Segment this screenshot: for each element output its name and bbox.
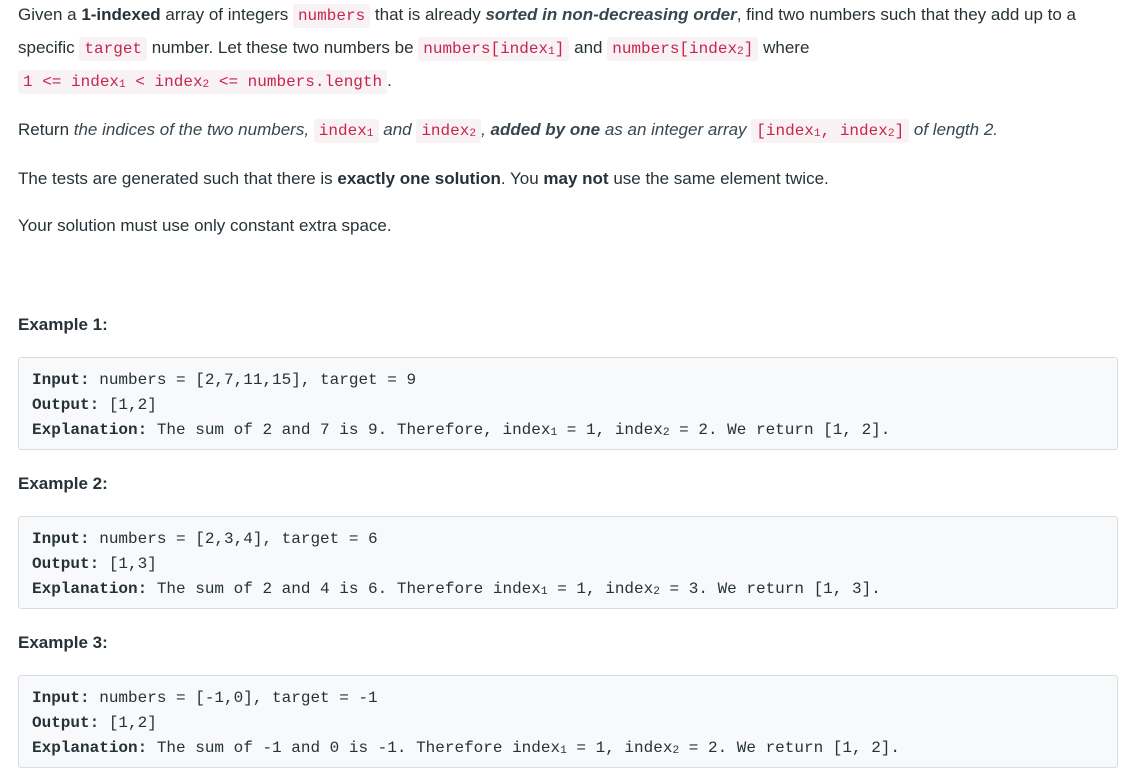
input-value: numbers = [2,3,4], target = 6 [89,530,378,548]
example-2-title: Example 2: [18,474,108,493]
explanation-value: The sum of 2 and 4 is 6. Therefore index… [147,580,881,598]
input-label: Input: [32,689,90,707]
intro-text: and [569,38,608,57]
intro-text: that is already [370,5,486,24]
example-3-block: Input: numbers = [-1,0], target = -1 Out… [18,675,1118,768]
intro-text: array of integers [160,5,293,24]
explanation-value: The sum of -1 and 0 is -1. Therefore ind… [147,739,900,757]
example-3-title: Example 3: [18,633,108,652]
example-1-title: Example 1: [18,315,108,334]
output-value: [1,2] [99,714,157,732]
return-italic: and [378,120,417,139]
input-label: Input: [32,530,90,548]
return-italic: the indices of the two numbers, [73,120,314,139]
explanation-label: Explanation: [32,421,148,439]
explanation-label: Explanation: [32,739,148,757]
intro-text: number. Let these two numbers be [147,38,419,57]
code-index-array: [index1, index2] [751,119,910,143]
output-label: Output: [32,396,100,414]
intro-text: where [758,38,810,57]
output-value: [1,3] [99,555,157,573]
code-numbers: numbers [292,4,371,28]
tests-bold-may-not: may not [543,169,609,188]
return-statement: Return the indices of the two numbers, i… [18,114,1118,147]
return-italic: as an integer array [600,120,752,139]
output-label: Output: [32,714,100,732]
code-numbers-index2: numbers[index2] [607,37,759,61]
problem-description: Given a 1-indexed array of integers numb… [0,0,1125,768]
return-italic: , [481,120,491,139]
code-numbers-index1: numbers[index1] [418,37,570,61]
tests-statement: The tests are generated such that there … [18,163,1118,194]
return-italic: of length 2. [909,120,999,139]
input-value: numbers = [2,7,11,15], target = 9 [89,371,417,389]
intro-text: Given a [18,5,82,24]
intro-text: . [387,71,392,90]
space-constraint: Your solution must use only constant ext… [18,216,392,235]
return-bold-italic-added-by-one: added by one [490,120,601,139]
input-value: numbers = [-1,0], target = -1 [89,689,378,707]
tests-text: The tests are generated such that there … [18,169,338,188]
code-index-condition-a: 1 <= index1 < index2 <= numbers.length [18,70,388,94]
example-2-block: Input: numbers = [2,3,4], target = 6 Out… [18,516,1118,609]
intro-bold-italic-sorted: sorted in non-decreasing order [485,5,737,24]
output-label: Output: [32,555,100,573]
example-1-block: Input: numbers = [2,7,11,15], target = 9… [18,357,1118,450]
return-text: Return [18,120,74,139]
code-index1: index1 [313,119,379,143]
explanation-label: Explanation: [32,580,148,598]
problem-statement: Given a 1-indexed array of integers numb… [18,0,1118,98]
code-target: target [79,37,148,61]
tests-bold-one-solution: exactly one solution [337,169,501,188]
intro-bold-1-indexed: 1-indexed [81,5,161,24]
explanation-value: The sum of 2 and 7 is 9. Therefore, inde… [147,421,891,439]
tests-text: . You [500,169,544,188]
code-index2: index2 [416,119,482,143]
tests-text: use the same element twice. [608,169,829,188]
output-value: [1,2] [99,396,157,414]
input-label: Input: [32,371,90,389]
